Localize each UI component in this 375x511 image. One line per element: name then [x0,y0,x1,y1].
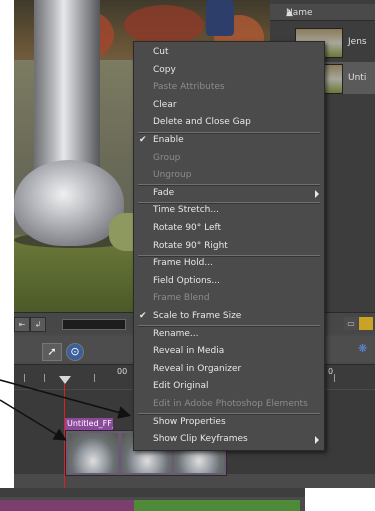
menu-item-label: Rename... [153,328,199,339]
playhead-marker-icon[interactable] [59,376,71,384]
menu-item-label: Edit in Adobe Photoshop Elements [153,399,308,409]
go-to-start-button[interactable]: ⇤ [14,317,30,332]
ruler-timecode: 0 [328,367,334,376]
time-stretch-tool-icon[interactable]: ⊙ [66,343,84,361]
menu-item-ungroup: Ungroup [134,167,324,185]
menu-item-label: Delete and Close Gap [153,117,251,128]
checkmark-icon: ✔ [139,135,147,145]
lower-ruler [0,488,305,497]
menu-item-label: Frame Blend [153,293,210,304]
menu-item-label: Copy [153,64,176,75]
ruler-tick [94,374,95,382]
menu-item-scale-to-frame-size[interactable]: ✔ Scale to Frame Size [134,308,324,326]
menu-item-time-stretch[interactable]: Time Stretch... [134,202,324,220]
menu-item-label: Fade [153,187,175,198]
lower-track-area [0,488,305,511]
menu-item-label: Group [153,152,181,163]
selection-tool-icon[interactable]: ➚ [42,343,62,361]
panel-icon[interactable]: ▭ [344,317,358,330]
menu-item-label: Enable [153,135,184,145]
menu-item-rotate-90-left[interactable]: Rotate 90° Left [134,220,324,238]
menu-item-field-options[interactable]: Field Options... [134,273,324,291]
metal-pole-base [14,160,124,246]
menu-item-label: Rotate 90° Right [153,240,228,251]
menu-item-show-clip-keyframes[interactable]: Show Clip Keyframes [134,431,324,449]
menu-item-rotate-90-right[interactable]: Rotate 90° Right [134,238,324,256]
menu-item-label: Scale to Frame Size [153,311,242,321]
menu-item-label: Frame Hold... [153,258,213,269]
scene-person [206,0,234,36]
menu-item-label: Edit Original [153,381,209,392]
clip-frame-thumbnail [68,433,118,473]
menu-item-group: Group [134,150,324,168]
menu-item-label: Reveal in Media [153,346,225,357]
menu-item-label: Reveal in Organizer [153,363,242,374]
menu-item-fade[interactable]: Fade [134,185,324,203]
menu-item-label: Ungroup [153,170,192,181]
ruler-tick [24,374,25,382]
menu-item-frame-hold[interactable]: Frame Hold... [134,255,324,273]
menu-item-label: Show Properties [153,416,226,427]
menu-item-paste-attributes: Paste Attributes [134,79,324,97]
ruler-timecode: 00 [117,367,128,376]
menu-item-copy[interactable]: Copy [134,62,324,80]
menu-item-label: Rotate 90° Left [153,223,222,233]
menu-item-reveal-in-organizer[interactable]: Reveal in Organizer [134,361,324,379]
menu-item-delete-and-close-gap[interactable]: Delete and Close Gap [134,114,324,132]
playhead-line[interactable] [64,384,65,488]
project-item-label[interactable]: Unti [348,73,366,83]
menu-item-label: Time Stretch... [153,205,219,216]
name-column-header[interactable]: ▲ Name [270,4,375,21]
audio-track-segment[interactable] [134,500,300,511]
menu-item-label: Clear [153,99,177,110]
submenu-arrow-icon [315,189,319,198]
jog-slider[interactable] [62,319,126,330]
clip-title[interactable]: Untitled_FF_5 [65,418,113,430]
submenu-arrow-icon [315,436,319,445]
menu-item-frame-blend: Frame Blend [134,290,324,308]
checkmark-icon: ✔ [139,311,147,321]
ruler-tick [334,374,335,382]
menu-item-cut[interactable]: Cut [134,44,324,62]
menu-item-label: Show Clip Keyframes [153,434,248,445]
menu-item-reveal-in-media[interactable]: Reveal in Media [134,343,324,361]
step-back-icon[interactable]: ↲ [30,317,46,332]
menu-item-clear[interactable]: Clear [134,97,324,115]
menu-item-rename[interactable]: Rename... [134,326,324,344]
menu-item-label: Paste Attributes [153,82,225,93]
ruler-tick [44,374,45,382]
name-header-label: Name [286,8,313,18]
menu-item-edit-original[interactable]: Edit Original [134,378,324,396]
menu-item-enable[interactable]: ✔ Enable [134,132,324,150]
menu-item-label: Cut [153,47,169,57]
menu-item-show-properties[interactable]: Show Properties [134,414,324,432]
audio-track-segment[interactable] [0,500,134,511]
scene-foliage [124,5,204,45]
project-item-label[interactable]: Jens [348,37,367,47]
menu-item-edit-in-adobe-photoshop-elements: Edit in Adobe Photoshop Elements [134,396,324,414]
effects-icon[interactable]: ❋ [358,342,367,355]
folder-icon[interactable] [359,317,373,330]
context-menu: Cut Copy Paste Attributes Clear Delete and C… [133,41,325,451]
menu-item-label: Field Options... [153,275,220,286]
